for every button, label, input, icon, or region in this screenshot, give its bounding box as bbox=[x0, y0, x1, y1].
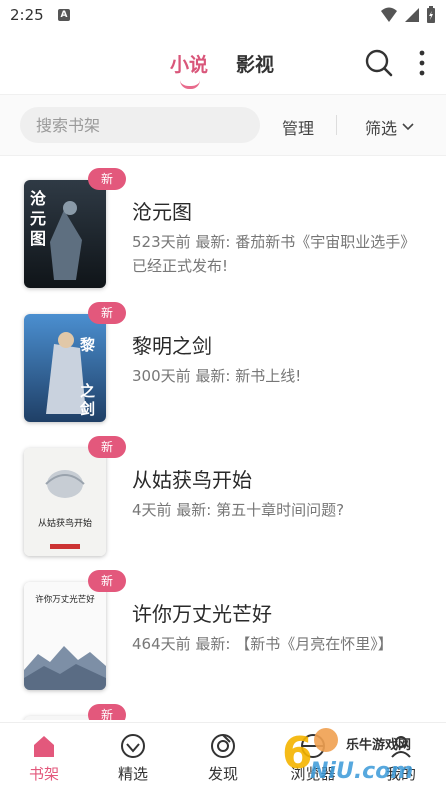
svg-text:图: 图 bbox=[30, 229, 46, 248]
shelf-search-input[interactable] bbox=[20, 107, 260, 143]
book-latest-chapter: 464天前 最新: 【新书《月亮在怀里》】 bbox=[132, 635, 393, 653]
tab-novel[interactable]: 小说 bbox=[170, 50, 208, 77]
status-time: 2:25 bbox=[10, 6, 44, 24]
svg-text:从姑获鸟开始: 从姑获鸟开始 bbox=[38, 517, 92, 529]
book-cover: 从姑获鸟开始 bbox=[24, 448, 106, 556]
signal-icon bbox=[405, 8, 419, 22]
svg-text:剑: 剑 bbox=[79, 400, 95, 418]
status-bar: 2:25 A bbox=[0, 0, 446, 32]
nav-label: 精选 bbox=[117, 765, 148, 783]
nav-discover[interactable]: 发现 bbox=[188, 733, 258, 784]
book-cover: 沧 元 图 bbox=[24, 180, 106, 288]
new-badge: 新 bbox=[88, 302, 126, 324]
svg-text:元: 元 bbox=[30, 209, 46, 228]
svg-text:许你万丈光芒好: 许你万丈光芒好 bbox=[35, 594, 95, 605]
manage-button[interactable]: 管理 bbox=[282, 115, 314, 139]
active-tab-indicator bbox=[180, 80, 200, 89]
book-item[interactable]: 黎 之 剑 新 黎明之剑 300天前 最新: 新书上线! bbox=[0, 294, 446, 424]
book-item[interactable]: 沧 元 图 新 沧元图 523天前 最新: 番茄新书《宇宙职业选手》已经正式发布… bbox=[0, 160, 446, 290]
new-badge: 新 bbox=[88, 570, 126, 592]
new-badge: 新 bbox=[88, 436, 126, 458]
wifi-icon bbox=[381, 7, 397, 22]
watermark-text: 乐牛游戏网 bbox=[346, 738, 412, 753]
chevron-down-icon bbox=[402, 123, 414, 131]
book-title: 从姑获鸟开始 bbox=[132, 468, 252, 492]
site-watermark: 6 NiU.com 乐牛游戏网 bbox=[280, 716, 440, 786]
top-header: 小说 影视 bbox=[0, 32, 446, 94]
book-cover: 许你万丈光芒好 bbox=[24, 582, 106, 690]
book-title: 沧元图 bbox=[132, 200, 192, 224]
book-item[interactable]: 从姑获鸟开始 新 从姑获鸟开始 4天前 最新: 第五十章时间问题? bbox=[0, 428, 446, 558]
book-latest-chapter: 300天前 最新: 新书上线! bbox=[132, 367, 302, 385]
nav-label: 发现 bbox=[207, 765, 238, 783]
nav-label: 书架 bbox=[28, 765, 59, 783]
battery-icon bbox=[427, 6, 435, 23]
more-vertical-icon[interactable] bbox=[414, 48, 430, 78]
toolbar-divider bbox=[336, 115, 337, 135]
notification-icon: A bbox=[58, 9, 70, 21]
shelf-toolbar: 管理 筛选 bbox=[0, 94, 446, 156]
new-badge: 新 bbox=[88, 704, 126, 720]
new-badge: 新 bbox=[88, 168, 126, 190]
svg-text:NiU.com: NiU.com bbox=[310, 759, 413, 784]
svg-text:6: 6 bbox=[282, 728, 313, 779]
home-icon bbox=[34, 736, 54, 757]
tab-video[interactable]: 影视 bbox=[236, 50, 274, 77]
nav-bookshelf[interactable]: 书架 bbox=[9, 733, 79, 784]
book-title: 黎明之剑 bbox=[132, 334, 212, 358]
book-item[interactable]: 许你万丈光芒好 新 许你万丈光芒好 464天前 最新: 【新书《月亮在怀里》】 bbox=[0, 562, 446, 692]
compass-icon bbox=[211, 734, 235, 758]
nav-featured[interactable]: 精选 bbox=[98, 733, 168, 784]
book-cover: 黎 之 剑 bbox=[24, 314, 106, 422]
svg-text:黎: 黎 bbox=[80, 336, 95, 354]
svg-text:之: 之 bbox=[80, 382, 95, 400]
book-list: 沧 元 图 新 沧元图 523天前 最新: 番茄新书《宇宙职业选手》已经正式发布… bbox=[0, 160, 446, 720]
filter-label: 筛选 bbox=[365, 119, 398, 138]
book-title: 许你万丈光芒好 bbox=[132, 602, 272, 626]
filter-button[interactable]: 筛选 bbox=[365, 115, 415, 139]
svg-text:沧: 沧 bbox=[30, 189, 46, 208]
book-latest-chapter: 523天前 最新: 番茄新书《宇宙职业选手》已经正式发布! bbox=[132, 233, 416, 275]
diamond-icon bbox=[121, 734, 145, 758]
status-icons bbox=[380, 6, 436, 24]
search-icon[interactable] bbox=[364, 48, 394, 78]
book-latest-chapter: 4天前 最新: 第五十章时间问题? bbox=[132, 501, 345, 519]
